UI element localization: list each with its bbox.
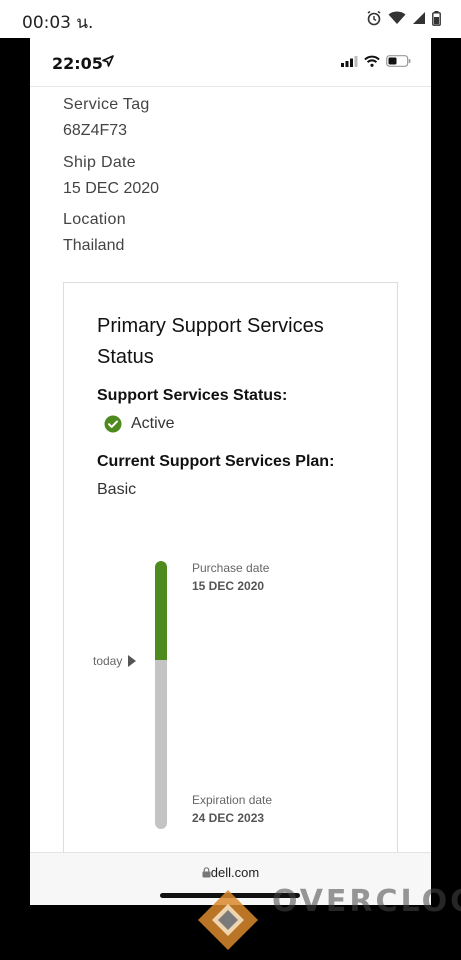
android-status-icons (366, 10, 441, 26)
ship-date-label: Ship Date (63, 154, 136, 171)
expiration-date-block: Expiration date 24 DEC 2023 (192, 793, 272, 825)
phone-screen: 22:05 Service Tag 68Z4F73 Ship Date 15 D… (30, 38, 431, 905)
card-title: Primary Support Services Status (97, 315, 324, 368)
today-marker: today (93, 654, 137, 668)
cell-signal-icon (413, 12, 425, 24)
purchase-date-block: Purchase date 15 DEC 2020 (192, 561, 269, 593)
ios-status-icons (341, 55, 411, 67)
today-label: today (93, 654, 123, 668)
signal-bars-icon (341, 55, 358, 67)
watermark-logo (198, 890, 258, 950)
android-clock: 00:03 น. (22, 13, 94, 33)
coverage-elapsed-bar (155, 561, 167, 660)
plan-value: Basic (97, 481, 137, 498)
expiration-date-caption: Expiration date (192, 793, 273, 807)
location-arrow-icon (102, 55, 114, 67)
expiration-date-value: 24 DEC 2023 (192, 811, 265, 825)
ship-date-field: Ship Date 15 DEC 2020 (63, 154, 159, 198)
support-status-row: Active (104, 415, 175, 433)
check-circle-icon (104, 415, 122, 433)
wifi-icon (364, 55, 380, 67)
support-status-card: Primary Support Services Status Support … (63, 282, 398, 905)
location-field: Location Thailand (63, 211, 126, 255)
support-status-value: Active (131, 415, 175, 432)
watermark-text: OVERCLOC (272, 884, 461, 919)
plan-label: Current Support Services Plan: (97, 453, 335, 470)
service-tag-field: Service Tag 68Z4F73 (63, 96, 150, 140)
ios-clock: 22:05 (52, 54, 103, 73)
lock-icon (202, 867, 211, 878)
arrow-right-icon (128, 655, 137, 667)
service-tag-value: 68Z4F73 (63, 122, 128, 139)
wifi-icon (388, 11, 406, 24)
support-status-label: Support Services Status: (97, 387, 288, 404)
battery-icon (386, 55, 411, 67)
url-display[interactable]: dell.com (30, 865, 431, 880)
purchase-date-caption: Purchase date (192, 561, 270, 575)
location-value: Thailand (63, 237, 125, 254)
ship-date-value: 15 DEC 2020 (63, 180, 160, 197)
battery-icon (432, 10, 441, 26)
header-divider (30, 86, 431, 87)
purchase-date-value: 15 DEC 2020 (192, 579, 265, 593)
coverage-timeline-track (155, 561, 167, 829)
ios-status-bar: 22:05 (30, 38, 431, 86)
android-status-bar: 00:03 น. (0, 0, 461, 38)
alarm-icon (367, 10, 381, 26)
service-tag-label: Service Tag (63, 96, 150, 113)
location-label: Location (63, 211, 126, 228)
url-text: dell.com (210, 865, 260, 880)
